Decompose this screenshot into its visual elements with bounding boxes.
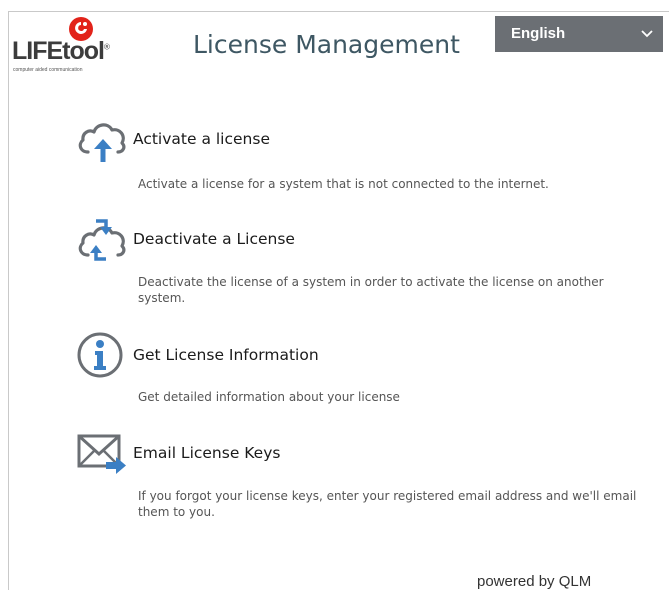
deactivate-license-description: Deactivate the license of a system in or… [138,275,604,305]
activate-license-title: Activate a license [133,130,270,148]
top-border [8,11,669,12]
deactivate-license-option[interactable]: Deactivate a License Deactivate the lice… [76,215,656,315]
powered-by-text: powered by QLM [477,573,592,590]
left-border [8,11,9,590]
logo-tagline: computer aided communication [13,67,83,73]
activate-license-description: Activate a license for a system that is … [138,177,549,191]
license-information-title: Get License Information [133,346,319,364]
cloud-upload-icon [78,123,126,162]
license-information-option[interactable]: Get License Information Get detailed inf… [76,331,656,411]
email-forward-icon [77,434,126,474]
license-window: LIFEtool® computer aided communication L… [0,0,669,590]
cloud-sync-icon [78,219,126,261]
email-license-keys-title: Email License Keys [133,444,281,462]
activate-license-option[interactable]: Activate a license Activate a license fo… [76,116,656,196]
chevron-down-icon [641,30,653,38]
email-license-keys-option[interactable]: Email License Keys If you forgot your li… [76,430,656,530]
license-information-description: Get detailed information about your lice… [138,390,400,404]
lifetool-logo: LIFEtool® computer aided communication [10,16,140,76]
info-icon [77,332,123,378]
page-title: License Management [193,30,460,59]
deactivate-license-title: Deactivate a License [133,230,295,248]
logo-wordmark: LIFEtool® [12,37,110,65]
email-license-keys-description: If you forgot your license keys, enter y… [138,489,637,519]
language-dropdown[interactable]: English [495,16,663,52]
logo-text: LIFEtool [12,37,105,65]
language-value: English [511,25,566,42]
